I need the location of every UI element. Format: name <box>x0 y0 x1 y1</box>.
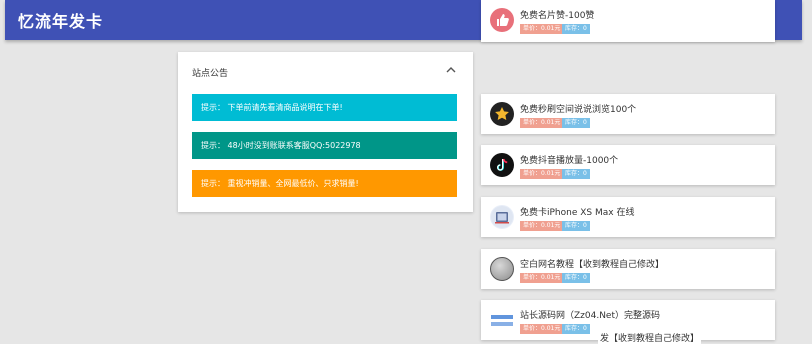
price-badge: 单价：0.01元 <box>520 324 564 334</box>
notice-title: 站点公告 <box>192 69 229 79</box>
chevron-up-icon[interactable] <box>444 62 458 76</box>
notice-alert-info: 提示： 下单前请先看清商品说明在下单! <box>192 94 457 121</box>
product-name: 空白网名教程【收到教程自己修改】 <box>520 260 665 270</box>
product-name: 免费秒刷空间说说浏览100个 <box>520 105 637 115</box>
product-card[interactable]: 免费秒刷空间说说浏览100个 单价：0.01元 库存：0 <box>481 94 775 134</box>
stock-badge: 库存：0 <box>562 221 590 231</box>
product-card[interactable]: 免费抖音播放量-1000个 单价：0.01元 库存：0 <box>481 145 775 185</box>
blank-circle-icon <box>490 257 514 281</box>
product-name: 站长源码网（Zz04.Net）完整源码 <box>520 311 661 321</box>
notice-alert-warning: 提示： 重视冲销量、全网最低价、只求销量! <box>192 170 457 197</box>
tiktok-icon <box>490 153 514 177</box>
price-badge: 单价：0.01元 <box>520 24 564 34</box>
price-badge: 单价：0.01元 <box>520 118 564 128</box>
product-card[interactable]: 空白网名教程【收到教程自己修改】 单价：0.01元 库存：0 <box>481 249 775 289</box>
notice-alert-contact: 提示： 48小时没到账联系客服QQ:5022978 <box>192 132 457 159</box>
star-icon <box>490 102 514 126</box>
product-name: 免费抖音播放量-1000个 <box>520 156 619 166</box>
app-title[interactable]: 忆流年发卡 <box>18 8 103 32</box>
notice-header[interactable]: 站点公告 <box>178 52 473 90</box>
price-badge: 单价：0.01元 <box>520 273 564 283</box>
stock-badge: 库存：0 <box>562 324 590 334</box>
stock-badge: 库存：0 <box>562 24 590 34</box>
iphone-icon <box>490 205 514 229</box>
stock-badge: 库存：0 <box>562 118 590 128</box>
product-card[interactable]: 免费名片赞-100赞 单价：0.01元 库存：0 <box>481 0 775 42</box>
notice-panel: 站点公告 提示： 下单前请先看清商品说明在下单! 提示： 48小时没到账联系客服… <box>178 52 473 212</box>
price-badge: 单价：0.01元 <box>520 221 564 231</box>
site-logo-icon <box>490 308 514 332</box>
overflow-text: 发【收到教程自己修改】 <box>598 331 702 344</box>
product-card[interactable]: 免费卡iPhone XS Max 在线 单价：0.01元 库存：0 <box>481 197 775 237</box>
price-badge: 单价：0.01元 <box>520 169 564 179</box>
product-name: 免费卡iPhone XS Max 在线 <box>520 208 635 218</box>
thumbs-up-icon <box>490 8 514 32</box>
stock-badge: 库存：0 <box>562 273 590 283</box>
product-name: 免费名片赞-100赞 <box>520 11 595 21</box>
stock-badge: 库存：0 <box>562 169 590 179</box>
